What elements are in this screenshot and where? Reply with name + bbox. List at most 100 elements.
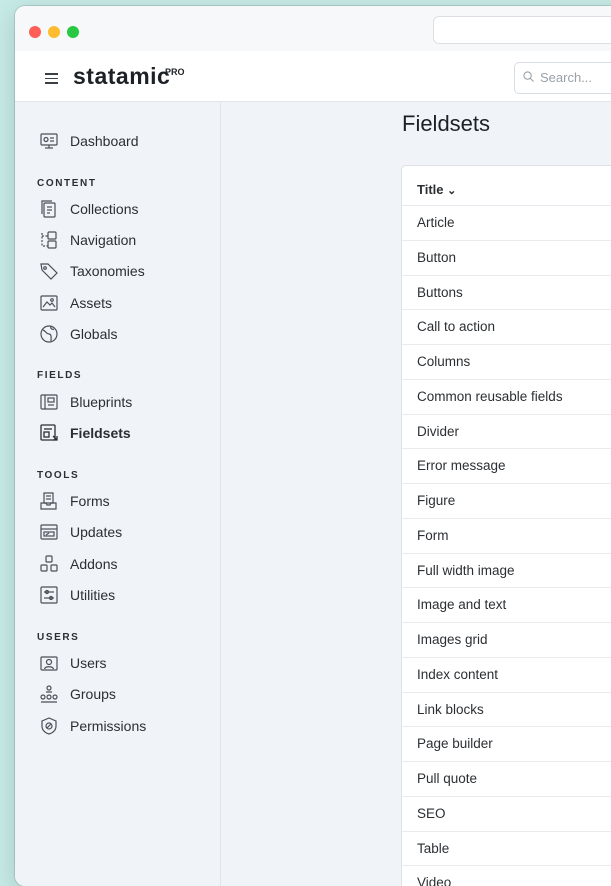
row-title-link[interactable]: Images grid <box>417 632 488 647</box>
section-label-content: CONTENT <box>37 178 97 189</box>
utilities-icon <box>39 585 59 605</box>
sidebar-item-navigation[interactable]: Navigation <box>39 228 136 252</box>
sidebar-item-label: Dashboard <box>70 133 139 149</box>
sidebar-item-label: Forms <box>70 493 110 509</box>
table-row[interactable]: Divider <box>402 415 611 450</box>
section-label-users: USERS <box>37 632 80 643</box>
sidebar-item-label: Groups <box>70 686 116 702</box>
tag-icon <box>39 261 59 281</box>
globe-icon <box>39 324 59 344</box>
table-row[interactable]: Pull quote <box>402 762 611 797</box>
browser-window: statamic PRO Search... Dashboard CONTENT <box>15 6 611 886</box>
sidebar-item-utilities[interactable]: Utilities <box>39 583 115 607</box>
table-row[interactable]: SEO <box>402 797 611 832</box>
address-bar[interactable] <box>433 16 611 44</box>
app-header: statamic PRO Search... <box>15 51 611 102</box>
image-icon <box>39 293 59 313</box>
sidebar-item-fieldsets[interactable]: Fieldsets <box>39 421 131 445</box>
table-row[interactable]: Buttons <box>402 276 611 311</box>
table-row[interactable]: Common reusable fields <box>402 380 611 415</box>
search-placeholder: Search... <box>540 70 593 85</box>
fieldset-icon <box>39 423 59 443</box>
statamic-logo[interactable]: statamic <box>73 63 170 90</box>
collections-icon <box>39 199 59 219</box>
sidebar-item-label: Assets <box>70 295 113 311</box>
row-title-link[interactable]: Pull quote <box>417 771 477 786</box>
sort-chevron-icon: ⌄ <box>447 185 457 197</box>
minimize-window-button[interactable] <box>48 26 60 38</box>
sidebar-item-users[interactable]: Users <box>39 651 107 675</box>
table-row[interactable]: Link blocks <box>402 693 611 728</box>
table-row[interactable]: Full width image <box>402 554 611 589</box>
column-header-title[interactable]: Title ⌄ <box>417 182 456 197</box>
sidebar-item-dashboard[interactable]: Dashboard <box>39 129 139 153</box>
row-title-link[interactable]: Buttons <box>417 285 463 300</box>
row-title-link[interactable]: Page builder <box>417 736 493 751</box>
row-title-link[interactable]: SEO <box>417 806 446 821</box>
table-row[interactable]: Image and text <box>402 588 611 623</box>
row-title-link[interactable]: Table <box>417 841 449 856</box>
row-title-link[interactable]: Index content <box>417 667 498 682</box>
sidebar-item-label: Utilities <box>70 587 116 603</box>
row-title-link[interactable]: Common reusable fields <box>417 389 563 404</box>
pro-badge: PRO <box>165 67 185 77</box>
table-row[interactable]: Video <box>402 866 611 886</box>
sidebar-item-collections[interactable]: Collections <box>39 197 138 221</box>
row-title-link[interactable]: Image and text <box>417 597 506 612</box>
row-title-link[interactable]: Form <box>417 528 449 543</box>
row-title-link[interactable]: Full width image <box>417 563 515 578</box>
blueprint-icon <box>39 392 59 412</box>
sidebar-item-permissions[interactable]: Permissions <box>39 714 146 738</box>
fieldsets-table: Title ⌄ Article Button Buttons Call to a… <box>401 165 611 886</box>
row-title-link[interactable]: Figure <box>417 493 455 508</box>
menu-toggle-icon[interactable] <box>45 73 58 87</box>
search-input[interactable]: Search... <box>514 62 611 94</box>
sidebar-item-taxonomies[interactable]: Taxonomies <box>39 259 145 283</box>
row-title-link[interactable]: Columns <box>417 354 470 369</box>
sidebar-item-blueprints[interactable]: Blueprints <box>39 390 132 414</box>
table-row[interactable]: Call to action <box>402 310 611 345</box>
sidebar-item-groups[interactable]: Groups <box>39 682 116 706</box>
sidebar-item-globals[interactable]: Globals <box>39 322 117 346</box>
row-title-link[interactable]: Video <box>417 875 451 886</box>
table-row[interactable]: Images grid <box>402 623 611 658</box>
row-title-link[interactable]: Error message <box>417 458 506 473</box>
users-icon <box>39 653 59 673</box>
table-row[interactable]: Page builder <box>402 727 611 762</box>
permissions-icon <box>39 716 59 736</box>
form-icon <box>39 491 59 511</box>
sidebar-item-updates[interactable]: Updates <box>39 520 122 544</box>
table-row[interactable]: Figure <box>402 484 611 519</box>
sidebar-item-addons[interactable]: Addons <box>39 552 117 576</box>
close-window-button[interactable] <box>29 26 41 38</box>
sidebar-item-label: Navigation <box>70 232 137 248</box>
row-title-link[interactable]: Article <box>417 215 455 230</box>
sidebar-item-label: Collections <box>70 201 139 217</box>
row-title-link[interactable]: Link blocks <box>417 702 484 717</box>
maximize-window-button[interactable] <box>67 26 79 38</box>
sidebar-item-label: Globals <box>70 326 118 342</box>
row-title-link[interactable]: Call to action <box>417 319 495 334</box>
sidebar-item-label: Blueprints <box>70 394 133 410</box>
table-row[interactable]: Index content <box>402 658 611 693</box>
main-content: Fieldsets Title ⌄ Article Button Buttons… <box>221 102 611 886</box>
table-row[interactable]: Table <box>402 832 611 867</box>
page-title: Fieldsets <box>402 111 491 136</box>
sidebar-nav: Dashboard CONTENT Collections Navigation <box>15 102 221 886</box>
table-row[interactable]: Button <box>402 241 611 276</box>
sidebar-item-forms[interactable]: Forms <box>39 489 110 513</box>
row-title-link[interactable]: Button <box>417 250 456 265</box>
section-label-fields: FIELDS <box>37 370 83 381</box>
table-row[interactable]: Error message <box>402 449 611 484</box>
sidebar-item-label: Taxonomies <box>70 263 145 279</box>
section-label-tools: TOOLS <box>37 470 80 481</box>
table-row[interactable]: Article <box>402 206 611 241</box>
row-title-link[interactable]: Divider <box>417 424 459 439</box>
sidebar-item-label: Addons <box>70 556 118 572</box>
sidebar-item-label: Users <box>70 655 107 671</box>
table-row[interactable]: Columns <box>402 345 611 380</box>
sidebar-item-assets[interactable]: Assets <box>39 291 112 315</box>
dashboard-icon <box>39 131 59 151</box>
table-header: Title ⌄ <box>402 166 611 206</box>
table-row[interactable]: Form <box>402 519 611 554</box>
